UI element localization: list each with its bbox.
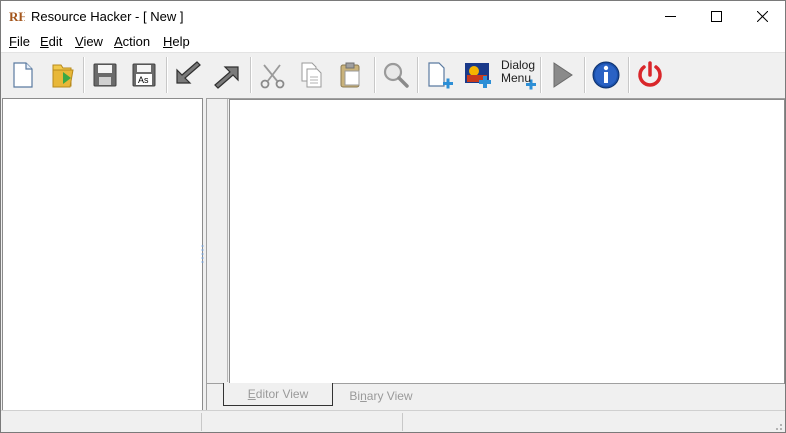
toolbar-separator bbox=[628, 57, 630, 93]
editor-text-area[interactable] bbox=[229, 99, 785, 384]
maximize-icon bbox=[710, 10, 722, 22]
menu-action-label: ction bbox=[122, 34, 151, 49]
title-bar[interactable]: RH Resource Hacker - [ New ] bbox=[1, 1, 785, 31]
toolbar-separator bbox=[417, 57, 419, 93]
splitter-grip-icon[interactable] bbox=[201, 244, 204, 266]
tab-binary-view[interactable]: Bi n ary View bbox=[337, 386, 425, 406]
menu-edit[interactable]: Edit bbox=[40, 34, 62, 49]
close-button[interactable] bbox=[739, 1, 785, 31]
tab-editor-view-label: ditor View bbox=[255, 387, 309, 401]
open-folder-icon bbox=[52, 64, 74, 88]
toolbar-separator bbox=[374, 57, 376, 93]
window-title: Resource Hacker - [ New ] bbox=[31, 9, 184, 24]
paste-button[interactable] bbox=[332, 57, 368, 93]
svg-text:RH: RH bbox=[9, 9, 25, 24]
add-resource-icon bbox=[428, 62, 453, 89]
toolbar-separator bbox=[584, 57, 586, 93]
run-script-button[interactable] bbox=[544, 57, 580, 93]
status-bar bbox=[1, 410, 785, 432]
menu-action[interactable]: Action bbox=[114, 34, 150, 49]
menu-help[interactable]: Help bbox=[163, 34, 190, 49]
export-button[interactable] bbox=[209, 57, 245, 93]
minimize-button[interactable] bbox=[647, 1, 693, 31]
resource-hacker-logo-icon: RH bbox=[9, 8, 25, 24]
copy-button[interactable] bbox=[293, 57, 329, 93]
menu-edit-label: dit bbox=[48, 34, 63, 49]
exit-button[interactable] bbox=[632, 57, 668, 93]
menu-view-label: iew bbox=[83, 34, 103, 49]
menu-file-mnemonic: F bbox=[9, 34, 17, 49]
save-as-icon: As bbox=[132, 63, 156, 87]
menu-edit-mnemonic: E bbox=[40, 34, 49, 49]
maximize-button[interactable] bbox=[693, 1, 739, 31]
menu-action-mnemonic: A bbox=[114, 34, 123, 49]
export-arrow-icon bbox=[214, 66, 239, 89]
tab-editor-view[interactable]: Editor View bbox=[223, 383, 333, 406]
editor-gutter bbox=[207, 99, 228, 382]
run-script-icon bbox=[553, 62, 573, 88]
minimize-icon bbox=[664, 15, 676, 17]
menu-view[interactable]: View bbox=[75, 34, 103, 49]
open-button[interactable] bbox=[45, 57, 81, 93]
cut-button[interactable] bbox=[255, 57, 291, 93]
import-button[interactable] bbox=[170, 57, 206, 93]
toolbar: As Dialog Menu bbox=[1, 52, 785, 98]
status-pane-left bbox=[1, 413, 202, 431]
close-icon bbox=[756, 10, 768, 22]
dialog-label-line2: Menu bbox=[501, 71, 532, 85]
toolbar-separator bbox=[540, 57, 542, 93]
add-image-button[interactable] bbox=[460, 57, 496, 93]
dialog-menu-label: Dialog Menu bbox=[501, 59, 535, 85]
toolbar-separator bbox=[83, 57, 85, 93]
info-button[interactable] bbox=[588, 57, 624, 93]
copy-icon bbox=[301, 62, 322, 88]
new-file-icon bbox=[13, 62, 33, 88]
tab-binary-view-label: ary View bbox=[366, 389, 413, 403]
resource-tree-panel[interactable] bbox=[2, 98, 203, 411]
save-icon bbox=[93, 63, 117, 87]
add-resource-button[interactable] bbox=[421, 57, 457, 93]
view-tabs: Editor View Bi n ary View bbox=[207, 383, 784, 410]
status-pane-middle bbox=[202, 413, 403, 431]
save-as-text: As bbox=[138, 75, 149, 85]
import-arrow-icon bbox=[176, 61, 201, 84]
save-button[interactable] bbox=[87, 57, 123, 93]
find-button[interactable] bbox=[377, 57, 413, 93]
paste-icon bbox=[340, 62, 360, 88]
resize-grip-icon[interactable] bbox=[773, 421, 783, 431]
tab-binary-view-pre: Bi bbox=[349, 389, 361, 403]
find-icon bbox=[383, 62, 409, 88]
toolbar-separator bbox=[166, 57, 168, 93]
menu-help-mnemonic: H bbox=[163, 34, 173, 49]
menu-help-label: elp bbox=[172, 34, 190, 49]
add-image-icon bbox=[465, 63, 491, 88]
tab-binary-view-mnemonic: n bbox=[360, 389, 367, 403]
toolbar-separator bbox=[250, 57, 252, 93]
tab-editor-view-mnemonic: E bbox=[247, 387, 256, 401]
save-as-button[interactable]: As bbox=[126, 57, 162, 93]
menu-file-label: ile bbox=[16, 34, 30, 49]
cut-icon bbox=[260, 64, 285, 89]
new-button[interactable] bbox=[5, 57, 41, 93]
app-window: RH Resource Hacker - [ New ] File Edit V… bbox=[0, 0, 786, 433]
info-icon bbox=[592, 61, 620, 89]
menu-bar: File Edit View Action Help bbox=[1, 31, 785, 52]
menu-file[interactable]: File bbox=[9, 34, 30, 49]
power-icon bbox=[638, 61, 662, 87]
